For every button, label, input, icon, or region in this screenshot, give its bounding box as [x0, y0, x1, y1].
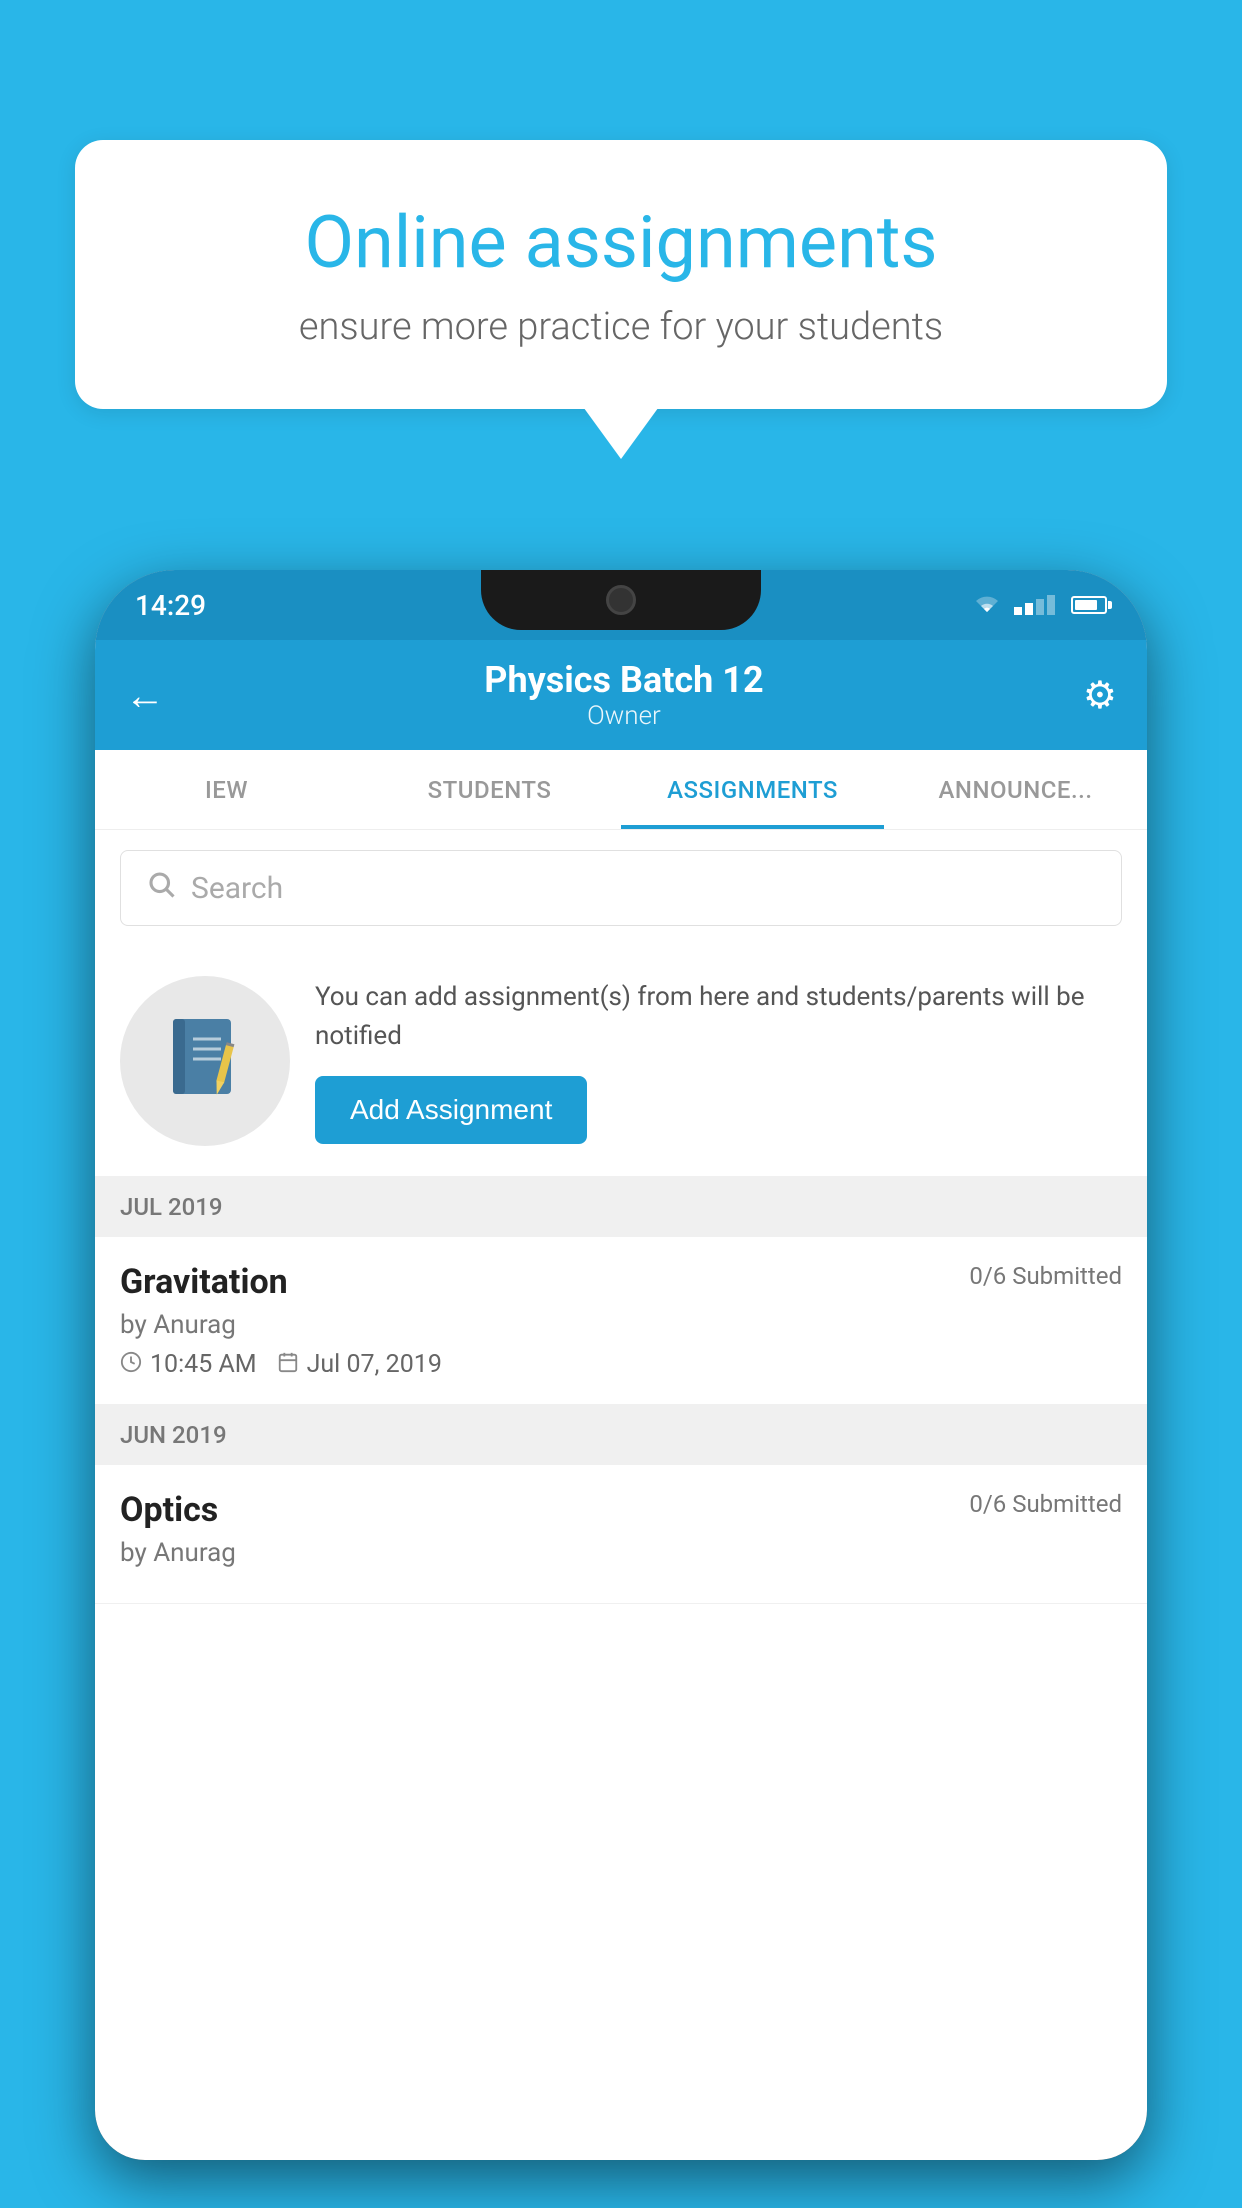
search-icon — [146, 869, 176, 907]
speech-bubble-container: Online assignments ensure more practice … — [75, 140, 1167, 409]
back-button[interactable]: ← — [125, 672, 165, 719]
assignment-optics[interactable]: Optics 0/6 Submitted by Anurag — [95, 1465, 1147, 1604]
settings-icon[interactable]: ⚙ — [1083, 673, 1117, 718]
search-bar[interactable]: Search — [120, 850, 1122, 926]
header-title-container: Physics Batch 12 Owner — [484, 659, 763, 731]
assignment-time: 10:45 AM — [120, 1350, 257, 1379]
assignment-title-gravitation: Gravitation — [120, 1262, 288, 1302]
speech-bubble-subtitle: ensure more practice for your students — [145, 305, 1097, 349]
app-header: ← Physics Batch 12 Owner ⚙ — [95, 640, 1147, 750]
assignment-optics-top-row: Optics 0/6 Submitted — [120, 1490, 1122, 1530]
promo-icon-circle — [120, 976, 290, 1146]
promo-content: You can add assignment(s) from here and … — [315, 978, 1122, 1144]
battery-icon — [1071, 596, 1107, 614]
add-assignment-button[interactable]: Add Assignment — [315, 1076, 587, 1144]
notebook-icon — [163, 1014, 248, 1109]
assignment-author-gravitation: by Anurag — [120, 1310, 1122, 1340]
phone-notch — [481, 570, 761, 630]
header-subtitle: Owner — [484, 701, 763, 731]
phone-mockup: 14:29 — [95, 570, 1147, 2208]
assignment-top-row: Gravitation 0/6 Submitted — [120, 1262, 1122, 1302]
tab-bar: IEW STUDENTS ASSIGNMENTS ANNOUNCE... — [95, 750, 1147, 830]
phone-frame: 14:29 — [95, 570, 1147, 2160]
signal-icon — [1014, 595, 1055, 615]
promo-section: You can add assignment(s) from here and … — [95, 946, 1147, 1177]
date-value: Jul 07, 2019 — [307, 1350, 442, 1379]
wifi-icon — [972, 594, 1002, 616]
section-header-jun: JUN 2019 — [95, 1405, 1147, 1465]
promo-description: You can add assignment(s) from here and … — [315, 978, 1122, 1056]
tab-announcements[interactable]: ANNOUNCE... — [884, 750, 1147, 829]
assignment-gravitation[interactable]: Gravitation 0/6 Submitted by Anurag 10:4… — [95, 1237, 1147, 1405]
assignment-submitted-gravitation: 0/6 Submitted — [969, 1262, 1122, 1290]
clock-icon — [120, 1351, 142, 1379]
section-header-jul: JUL 2019 — [95, 1177, 1147, 1237]
speech-bubble-title: Online assignments — [145, 200, 1097, 285]
assignment-title-optics: Optics — [120, 1490, 218, 1530]
assignment-date: Jul 07, 2019 — [277, 1350, 442, 1379]
header-title: Physics Batch 12 — [484, 659, 763, 701]
tab-students[interactable]: STUDENTS — [358, 750, 621, 829]
speech-bubble: Online assignments ensure more practice … — [75, 140, 1167, 409]
time-value: 10:45 AM — [150, 1350, 257, 1379]
status-icons — [972, 594, 1107, 616]
inner-screen: 14:29 — [95, 570, 1147, 2160]
search-input-placeholder: Search — [191, 871, 283, 906]
assignment-author-optics: by Anurag — [120, 1538, 1122, 1568]
tab-iew[interactable]: IEW — [95, 750, 358, 829]
status-time: 14:29 — [135, 589, 206, 622]
calendar-icon — [277, 1351, 299, 1379]
search-container: Search — [95, 830, 1147, 946]
assignment-submitted-optics: 0/6 Submitted — [969, 1490, 1122, 1518]
phone-camera — [606, 585, 636, 615]
tab-assignments[interactable]: ASSIGNMENTS — [621, 750, 884, 829]
assignment-meta-gravitation: 10:45 AM Jul 07, 2019 — [120, 1350, 1122, 1379]
